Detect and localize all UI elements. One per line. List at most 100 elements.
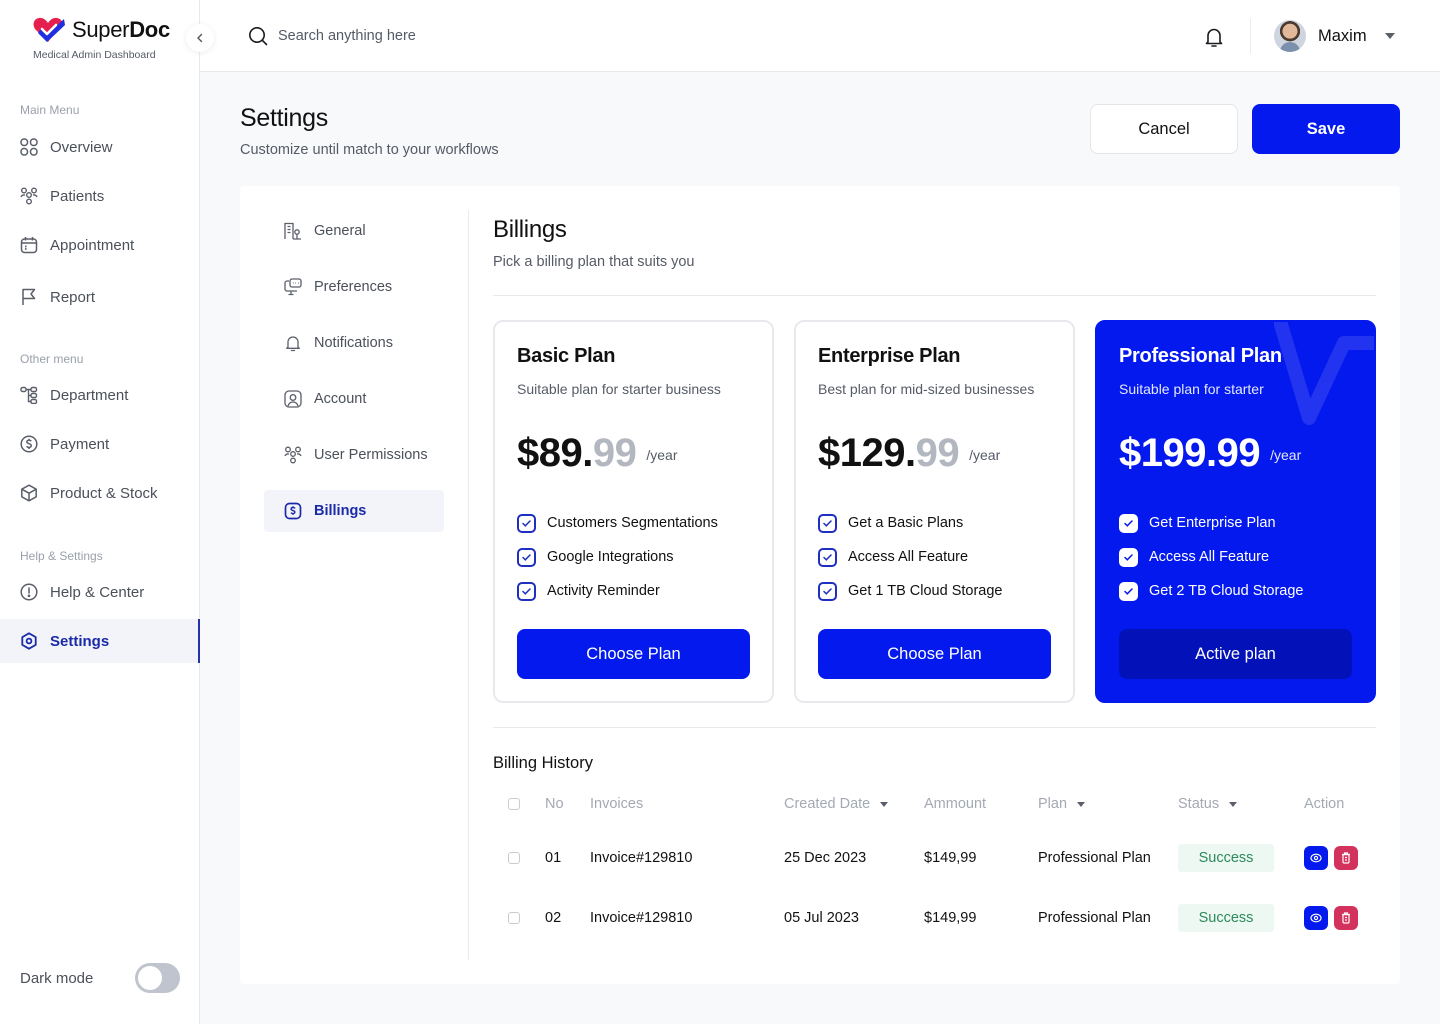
sort-caret-icon	[1229, 801, 1238, 807]
menu-heading: Main Menu	[20, 103, 80, 117]
row-checkbox[interactable]	[508, 852, 520, 864]
feature-label: Get 1 TB Cloud Storage	[848, 583, 1003, 599]
sidebar-item-patients[interactable]: Patients	[0, 174, 200, 218]
plan-features: Get a Basic Plans Access All Feature Get…	[818, 506, 1051, 608]
sidebar-item-overview[interactable]: Overview	[0, 125, 200, 169]
sidebar-item-appointment[interactable]: Appointment	[0, 223, 200, 267]
view-button[interactable]	[1304, 846, 1328, 870]
sort-caret-icon	[880, 801, 889, 807]
header-checkbox-cell	[508, 782, 520, 826]
billings-subtitle: Pick a billing plan that suits you	[493, 254, 695, 270]
choose-plan-button[interactable]: Choose Plan	[818, 629, 1051, 679]
sidebar-item-payment[interactable]: Payment	[0, 422, 200, 466]
divider	[493, 295, 1376, 296]
row-plan: Professional Plan	[1038, 910, 1151, 926]
feature-item: Activity Reminder	[517, 574, 750, 608]
brand[interactable]: SuperDoc Medical Admin Dashboard	[32, 16, 170, 61]
plan-description: Suitable plan for starter business	[517, 381, 721, 397]
row-date: 25 Dec 2023	[784, 850, 867, 866]
sidebar-item-label: Product & Stock	[50, 484, 158, 502]
row-checkbox-cell	[508, 888, 520, 948]
checkbox-checked-icon	[517, 581, 536, 601]
cancel-button[interactable]: Cancel	[1090, 104, 1238, 154]
calendar-icon	[20, 236, 38, 254]
notifications-button[interactable]	[1202, 25, 1226, 49]
eye-icon	[1310, 853, 1322, 863]
dollar-circle-icon	[20, 435, 38, 453]
collapse-sidebar-button[interactable]	[186, 24, 214, 52]
checkbox-checked-icon	[818, 547, 837, 567]
row-status-cell: Success	[1178, 828, 1274, 888]
sidebar-item-help-center[interactable]: Help & Center	[0, 570, 200, 614]
price-period: /year	[646, 447, 678, 463]
settings-nav-account[interactable]: Account	[264, 378, 444, 420]
settings-nav-notifications[interactable]: Notifications	[264, 322, 444, 364]
save-button[interactable]: Save	[1252, 104, 1400, 154]
plan-card-enterprise: Enterprise Plan Best plan for mid-sized …	[794, 320, 1075, 703]
menu-section-help: Help & Settings Help & Center Settings	[0, 546, 200, 663]
price-cents: 99	[592, 431, 637, 475]
row-amount: $149,99	[924, 910, 977, 926]
row-date: 05 Jul 2023	[784, 910, 859, 926]
sidebar-item-department[interactable]: Department	[0, 373, 200, 417]
monitor-chat-icon	[284, 278, 302, 296]
active-plan-button[interactable]: Active plan	[1119, 629, 1352, 679]
menu-section-main: Main Menu Overview Patients Appointment …	[0, 100, 200, 319]
choose-plan-button[interactable]: Choose Plan	[517, 629, 750, 679]
row-no: 02	[545, 910, 562, 926]
plan-price: $129. 99 /year	[818, 431, 1051, 476]
settings-nav-preferences[interactable]: Preferences	[264, 266, 444, 308]
building-icon	[284, 222, 302, 240]
column-header-plan[interactable]: Plan	[1038, 782, 1086, 826]
table-row: 01 Invoice#129810 25 Dec 2023 $149,99 Pr…	[493, 828, 1376, 888]
feature-item: Get a Basic Plans	[818, 506, 1051, 540]
plan-card-professional: Professional Plan Suitable plan for star…	[1095, 320, 1376, 703]
sidebar-item-label: Overview	[50, 138, 113, 156]
view-button[interactable]	[1304, 906, 1328, 930]
feature-label: Get a Basic Plans	[848, 515, 964, 531]
delete-button[interactable]	[1334, 906, 1358, 930]
sidebar-item-report[interactable]: Report	[0, 275, 200, 319]
settings-nav: General Preferences Notifications Accoun…	[264, 210, 444, 546]
column-header-label: Status	[1178, 796, 1220, 812]
column-header-created-date[interactable]: Created Date	[784, 782, 889, 826]
status-badge: Success	[1178, 844, 1274, 872]
sidebar-item-settings[interactable]: Settings	[0, 619, 200, 663]
feature-item: Google Integrations	[517, 540, 750, 574]
dark-mode-toggle[interactable]	[135, 963, 180, 993]
checkbox-checked-icon	[1119, 581, 1138, 601]
select-all-checkbox[interactable]	[508, 798, 520, 810]
column-header-label: Created Date	[784, 796, 871, 812]
menu-heading: Other menu	[20, 352, 84, 366]
feature-item: Access All Feature	[1119, 540, 1352, 574]
row-checkbox[interactable]	[508, 912, 520, 924]
column-header-status[interactable]: Status	[1178, 782, 1238, 826]
menu-section-other: Other menu Department Payment Product & …	[0, 349, 200, 515]
column-header-label: Plan	[1038, 796, 1068, 812]
dark-mode-label: Dark mode	[20, 969, 94, 987]
settings-nav-label: General	[314, 223, 366, 239]
sidebar-item-product-stock[interactable]: Product & Stock	[0, 471, 200, 515]
feature-item: Access All Feature	[818, 540, 1051, 574]
user-menu[interactable]: Maxim	[1274, 20, 1395, 52]
sidebar-item-label: Report	[50, 288, 96, 306]
feature-label: Google Integrations	[547, 549, 674, 565]
settings-nav-user-permissions[interactable]: User Permissions	[264, 434, 444, 476]
feature-label: Customers Segmentations	[547, 515, 718, 531]
delete-button[interactable]	[1334, 846, 1358, 870]
column-header-action: Action	[1304, 796, 1345, 812]
brand-name: SuperDoc	[72, 17, 170, 42]
settings-panel: General Preferences Notifications Accoun…	[240, 186, 1400, 984]
table-row: 02 Invoice#129810 05 Jul 2023 $149,99 Pr…	[493, 888, 1376, 948]
row-actions	[1304, 828, 1364, 888]
search-bar	[248, 26, 578, 46]
plan-name: Enterprise Plan	[818, 345, 961, 367]
sidebar-item-label: Department	[50, 386, 129, 404]
settings-nav-general[interactable]: General	[264, 210, 444, 252]
search-input[interactable]	[278, 28, 578, 44]
grid-icon	[20, 138, 38, 156]
plan-features: Get Enterprise Plan Access All Feature G…	[1119, 506, 1352, 608]
settings-nav-billings[interactable]: Billings	[264, 490, 444, 532]
settings-nav-label: Account	[314, 391, 367, 407]
sidebar-item-label: Patients	[50, 187, 105, 205]
